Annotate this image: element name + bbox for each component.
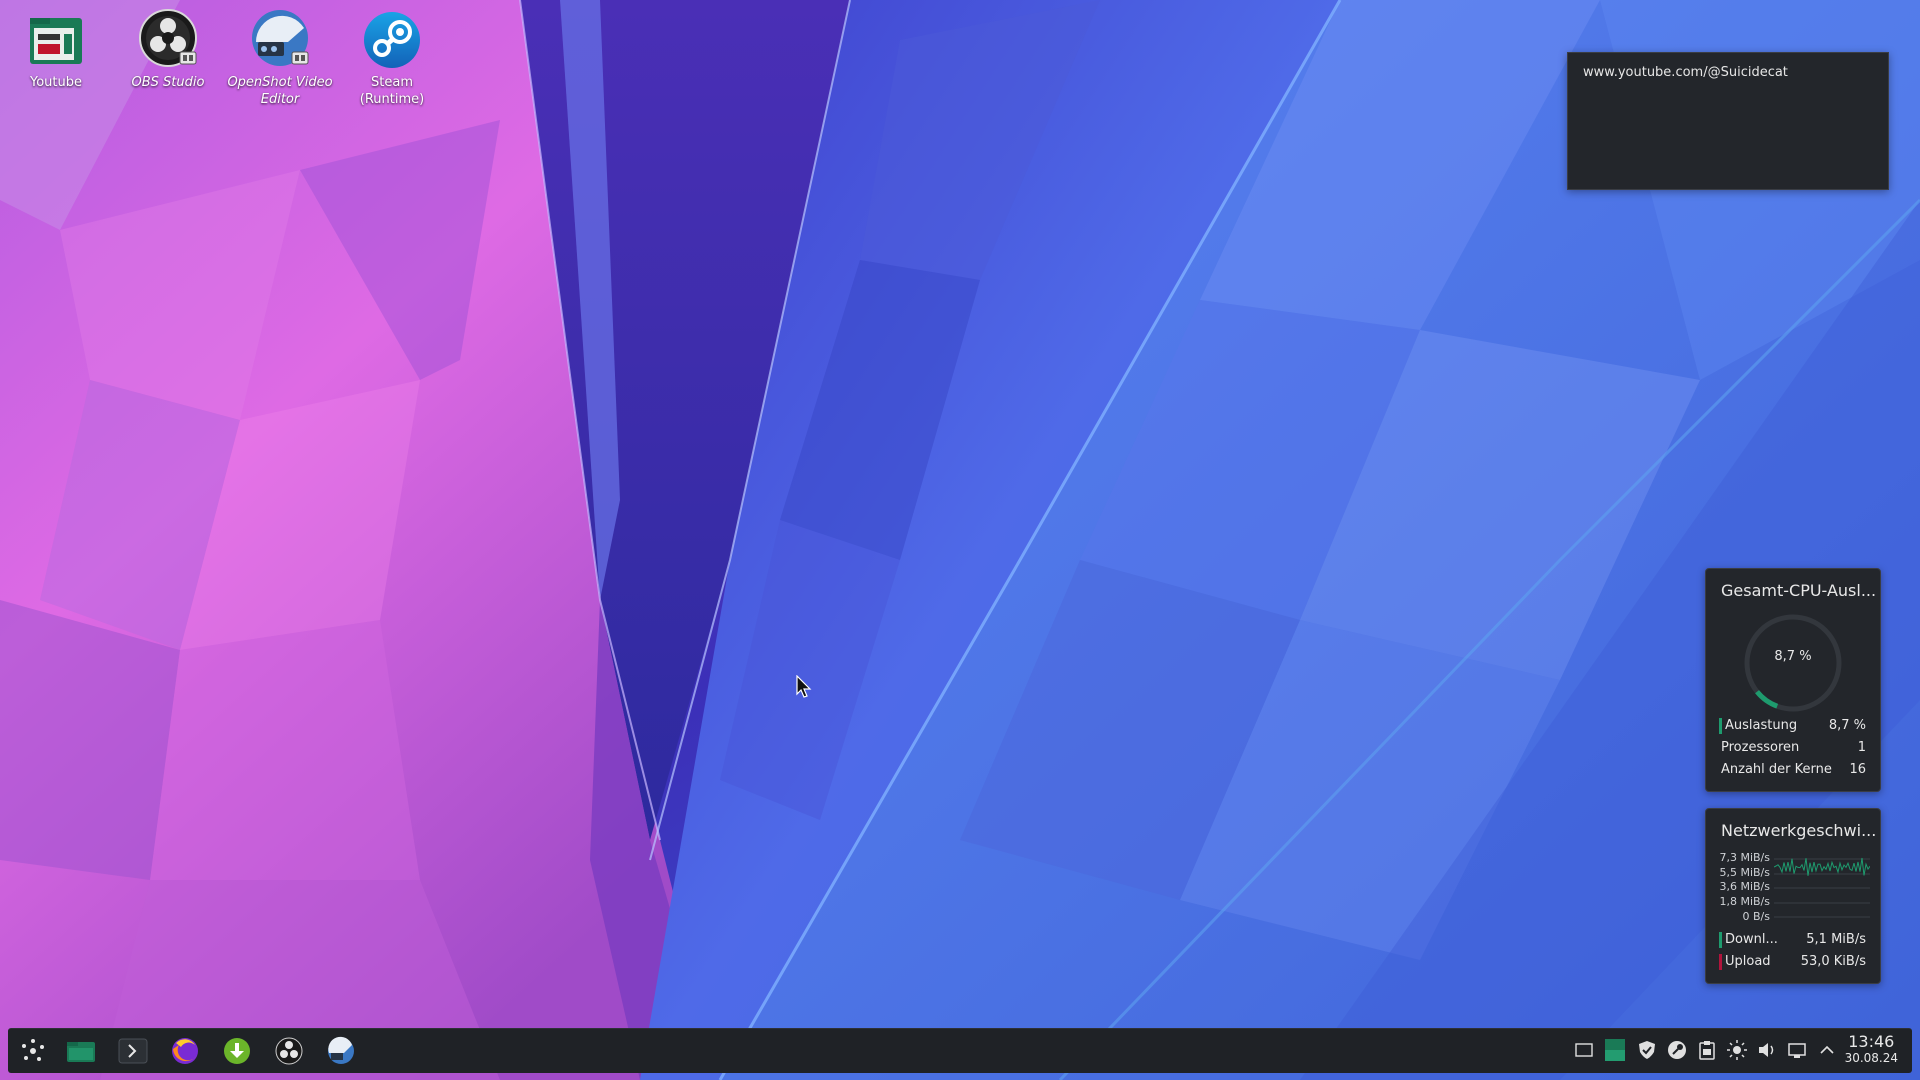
- y-axis-label: 0 B/s: [1742, 910, 1770, 923]
- mouse-cursor: [796, 675, 812, 698]
- file-manager-icon[interactable]: [65, 1035, 97, 1067]
- y-axis-label: 1,8 MiB/s: [1719, 895, 1770, 908]
- row-value: 53,0 KiB/s: [1800, 954, 1866, 969]
- row-label: Prozessoren: [1721, 740, 1800, 755]
- y-axis-label: 5,5 MiB/s: [1719, 866, 1770, 879]
- obs-studio-icon[interactable]: [273, 1035, 305, 1067]
- openshot-icon[interactable]: [325, 1035, 357, 1067]
- download-manager-icon[interactable]: [221, 1035, 253, 1067]
- clipboard-icon[interactable]: [1696, 1039, 1718, 1061]
- net-row-download: Downl... 5,1 MiB/s: [1719, 930, 1866, 950]
- brightness-icon[interactable]: [1726, 1039, 1748, 1061]
- row-value: 1: [1857, 740, 1866, 755]
- firefox-icon[interactable]: [169, 1035, 201, 1067]
- network-graph: [1774, 857, 1870, 918]
- row-value: 5,1 MiB/s: [1806, 932, 1866, 947]
- cpu-gauge-arc: [1755, 690, 1779, 709]
- row-label: Downl...: [1725, 932, 1778, 947]
- y-axis-label: 3,6 MiB/s: [1719, 880, 1770, 893]
- sticky-note-widget[interactable]: www.youtube.com/@Suicidecat: [1567, 52, 1889, 190]
- clock-time: 13:46: [1848, 1032, 1895, 1051]
- cpu-row-auslastung: Auslastung 8,7 %: [1719, 716, 1866, 736]
- terminal-icon[interactable]: [117, 1035, 149, 1067]
- sensor-color-bar: [1719, 718, 1722, 734]
- row-label: Auslastung: [1725, 718, 1798, 733]
- steam-icon[interactable]: [1666, 1039, 1688, 1061]
- volume-icon[interactable]: [1756, 1039, 1778, 1061]
- network-speed-widget[interactable]: Netzwerkgeschwi... 7,3 MiB/s 5,5 MiB/s 3…: [1705, 808, 1881, 984]
- cpu-gauge-value: 8,7 %: [1774, 649, 1812, 664]
- application-launcher-icon[interactable]: [17, 1035, 49, 1067]
- pager-icon[interactable]: [1604, 1039, 1626, 1061]
- cpu-row-kerne: Anzahl der Kerne 16: [1719, 760, 1866, 780]
- openshot-icon: [252, 10, 309, 66]
- row-label: Anzahl der Kerne: [1721, 762, 1832, 777]
- shield-icon[interactable]: [1636, 1039, 1658, 1061]
- desktop-icon-steam[interactable]: Steam (Runtime): [339, 8, 445, 108]
- desktop-icon-openshot[interactable]: OpenShot Video Editor: [227, 8, 333, 108]
- sensor-color-bar: [1719, 932, 1722, 948]
- clock-date: 30.08.24: [1844, 1051, 1898, 1065]
- y-axis-label: 7,3 MiB/s: [1719, 851, 1770, 864]
- cpu-usage-widget[interactable]: Gesamt-CPU-Ausl... 8,7 % Auslastung 8,7 …: [1705, 568, 1881, 792]
- download-line: [1774, 857, 1870, 876]
- obs-studio-icon: [139, 9, 197, 67]
- steam-icon: [364, 12, 420, 68]
- widget-title: Gesamt-CPU-Ausl...: [1721, 581, 1877, 600]
- desktop-icon-label: Youtube: [30, 75, 82, 90]
- cpu-row-prozessoren: Prozessoren 1: [1719, 738, 1866, 758]
- sensor-color-bar: [1719, 954, 1722, 970]
- network-icon[interactable]: [1786, 1039, 1808, 1061]
- desktop-icon-youtube[interactable]: Youtube: [3, 8, 109, 91]
- row-value: 16: [1849, 762, 1866, 777]
- expand-tray-icon[interactable]: [1816, 1039, 1838, 1061]
- desktop-icon-label: OpenShot Video Editor: [227, 75, 333, 107]
- taskbar: 13:46 30.08.24: [8, 1028, 1912, 1073]
- desktop-icon-obs-studio[interactable]: OBS Studio: [115, 8, 221, 91]
- net-row-upload: Upload 53,0 KiB/s: [1719, 952, 1866, 972]
- row-label: Upload: [1725, 954, 1771, 969]
- desktop-icon-label: Steam (Runtime): [359, 75, 425, 107]
- row-value: 8,7 %: [1828, 718, 1866, 733]
- show-desktop-icon[interactable]: [1573, 1039, 1595, 1061]
- widget-title: Netzwerkgeschwi...: [1721, 821, 1877, 840]
- note-text[interactable]: www.youtube.com/@Suicidecat: [1583, 65, 1788, 80]
- folder-icon: [30, 18, 82, 64]
- digital-clock[interactable]: 13:46 30.08.24: [1845, 1032, 1898, 1065]
- desktop-icon-label: OBS Studio: [131, 75, 205, 90]
